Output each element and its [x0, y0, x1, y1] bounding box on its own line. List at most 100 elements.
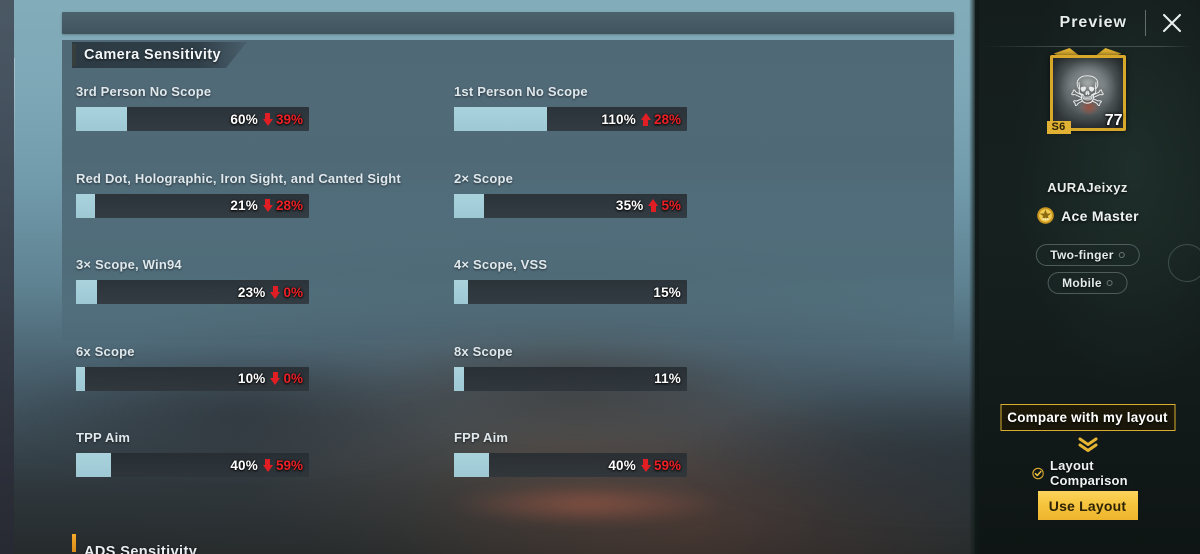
sensitivity-slider-fill: [454, 107, 548, 131]
sensitivity-slider[interactable]: 40% 59%: [454, 453, 687, 477]
sensitivity-delta-value: 0%: [283, 371, 303, 386]
arrow-down-icon: [262, 112, 273, 126]
sensitivity-row: TPP Aim 40% 59%: [76, 430, 448, 517]
sensitivity-value: 10%: [237, 371, 266, 386]
sensitivity-row-label: 3rd Person No Scope: [76, 84, 212, 99]
top-scroll-bar[interactable]: [62, 12, 954, 34]
sensitivity-row: 3rd Person No Scope 60% 39%: [76, 84, 448, 171]
tag-dot-icon: [1106, 280, 1113, 286]
sensitivity-value: 40%: [608, 457, 636, 473]
arrow-up-icon: [648, 199, 659, 212]
use-layout-button[interactable]: Use Layout: [1037, 491, 1138, 520]
sensitivity-row-label: Red Dot, Holographic, Iron Sight, and Ca…: [76, 170, 401, 186]
sensitivity-delta-value: 59%: [653, 457, 681, 473]
sensitivity-row: Red Dot, Holographic, Iron Sight, and Ca…: [76, 171, 448, 258]
sidebar-edge-shadow: [969, 0, 979, 554]
sensitivity-slider[interactable]: 110% 28%: [454, 107, 687, 131]
sensitivity-row-label: 1st Person No Scope: [454, 84, 588, 99]
sensitivity-value-group: 15%: [653, 280, 681, 304]
sensitivity-row-label: TPP Aim: [76, 430, 131, 445]
sensitivity-slider-fill: [76, 453, 111, 477]
sensitivity-delta-value: 28%: [275, 198, 303, 213]
sensitivity-slider[interactable]: 11%: [454, 366, 687, 391]
sensitivity-row: 1st Person No Scope 110% 28%: [454, 84, 826, 171]
sensitivity-slider-fill: [76, 193, 95, 218]
sensitivity-value: 110%: [601, 111, 636, 127]
sensitivity-value-group: 40% 59%: [230, 453, 303, 477]
decorative-circle: [1168, 244, 1200, 282]
sensitivity-slider[interactable]: 23% 0%: [76, 280, 309, 304]
sensitivity-value-group: 23% 0%: [238, 280, 303, 304]
player-tag-device: Mobile: [1047, 272, 1128, 294]
sensitivity-panel: Camera Sensitivity 3rd Person No Scope 60…: [62, 40, 954, 554]
tag-dot-icon: [1118, 252, 1125, 258]
rank-emblem-icon: [1037, 207, 1054, 224]
close-icon[interactable]: [1160, 11, 1184, 35]
sensitivity-value: 11%: [654, 371, 681, 386]
arrow-down-icon: [270, 285, 281, 299]
compare-with-my-layout-button[interactable]: Compare with my layout: [1000, 404, 1175, 431]
sensitivity-value-group: 11%: [654, 367, 681, 391]
sensitivity-row: 6x Scope 10% 0%: [76, 344, 448, 431]
sensitivity-slider-fill: [454, 453, 489, 477]
sensitivity-value-group: 35% 5%: [616, 194, 681, 218]
left-edge-divider: [14, 58, 15, 178]
sensitivity-slider-fill: [454, 193, 485, 218]
skull-avatar-icon: ☠: [1068, 67, 1107, 115]
sensitivity-slider-fill: [76, 366, 86, 391]
sensitivity-row: 2× Scope 35% 5%: [454, 171, 826, 258]
layout-comparison-toggle[interactable]: Layout Comparison: [1031, 458, 1144, 488]
sensitivity-row-label: 3× Scope, Win94: [76, 257, 182, 272]
player-tag-label-1: Mobile: [1062, 276, 1102, 290]
arrow-up-icon: [640, 112, 651, 126]
arrow-down-icon: [262, 458, 273, 472]
sensitivity-delta-value: 39%: [275, 111, 303, 127]
sensitivity-row-label: 4× Scope, VSS: [454, 257, 548, 272]
arrow-down-icon: [270, 372, 281, 385]
sensitivity-value: 35%: [615, 198, 644, 213]
sensitivity-slider-fill: [76, 107, 128, 131]
sensitivity-row: 3× Scope, Win94 23% 0%: [76, 257, 448, 344]
sensitivity-slider[interactable]: 21% 28%: [76, 193, 309, 218]
arrow-down-icon: [262, 199, 273, 212]
sidebar-header: Preview: [975, 0, 1200, 46]
sensitivity-slider[interactable]: 35% 5%: [454, 193, 687, 218]
sensitivity-row-label: 8x Scope: [454, 343, 513, 359]
sensitivity-value-group: 10% 0%: [238, 367, 303, 391]
checkmark-icon[interactable]: [1031, 465, 1044, 482]
sensitivity-slider-fill: [454, 280, 468, 304]
left-edge-panel: [0, 0, 14, 554]
sensitivity-value: 21%: [230, 198, 258, 213]
sensitivity-value-group: 21% 28%: [230, 194, 303, 218]
section-title: Camera Sensitivity: [84, 47, 221, 63]
sensitivity-slider-fill: [454, 366, 465, 391]
sensitivity-value: 23%: [237, 284, 266, 300]
sidebar-header-rule: [983, 46, 1192, 47]
sensitivity-value: 40%: [230, 457, 258, 473]
sensitivity-value: 15%: [653, 284, 681, 300]
section-header-camera-sensitivity: Camera Sensitivity: [62, 40, 954, 70]
avatar[interactable]: ☠ S6 77: [1046, 48, 1126, 134]
sensitivity-row-label: FPP Aim: [454, 430, 509, 445]
avatar-season-badge: S6: [1046, 121, 1071, 134]
app-root: Camera Sensitivity 3rd Person No Scope 60…: [0, 0, 1200, 554]
sensitivity-row-label: 6x Scope: [76, 343, 135, 359]
sensitivity-slider[interactable]: 60% 39%: [76, 107, 309, 131]
sensitivity-value-group: 60% 39%: [230, 107, 303, 131]
player-rank: Ace Master: [975, 206, 1200, 225]
sensitivity-slider[interactable]: 15%: [454, 280, 687, 304]
sensitivity-value-group: 40% 59%: [608, 453, 681, 477]
arrow-down-icon: [640, 458, 651, 472]
sensitivity-row: FPP Aim 40% 59%: [454, 430, 826, 517]
sensitivity-row-label: 2× Scope: [454, 170, 514, 186]
rank-label: Ace Master: [1061, 207, 1139, 224]
sensitivity-value: 60%: [230, 111, 258, 127]
sensitivity-slider[interactable]: 40% 59%: [76, 453, 309, 477]
chevron-double-down-icon: [1077, 437, 1099, 453]
header-divider: [1145, 10, 1146, 36]
player-tag-control: Two-finger: [1035, 244, 1140, 266]
sensitivity-rows: 3rd Person No Scope 60% 39% 1st Person No S…: [62, 84, 954, 517]
sensitivity-value-group: 110% 28%: [601, 107, 681, 131]
sensitivity-slider[interactable]: 10% 0%: [76, 366, 309, 391]
sensitivity-row: 8x Scope 11%: [454, 344, 826, 431]
